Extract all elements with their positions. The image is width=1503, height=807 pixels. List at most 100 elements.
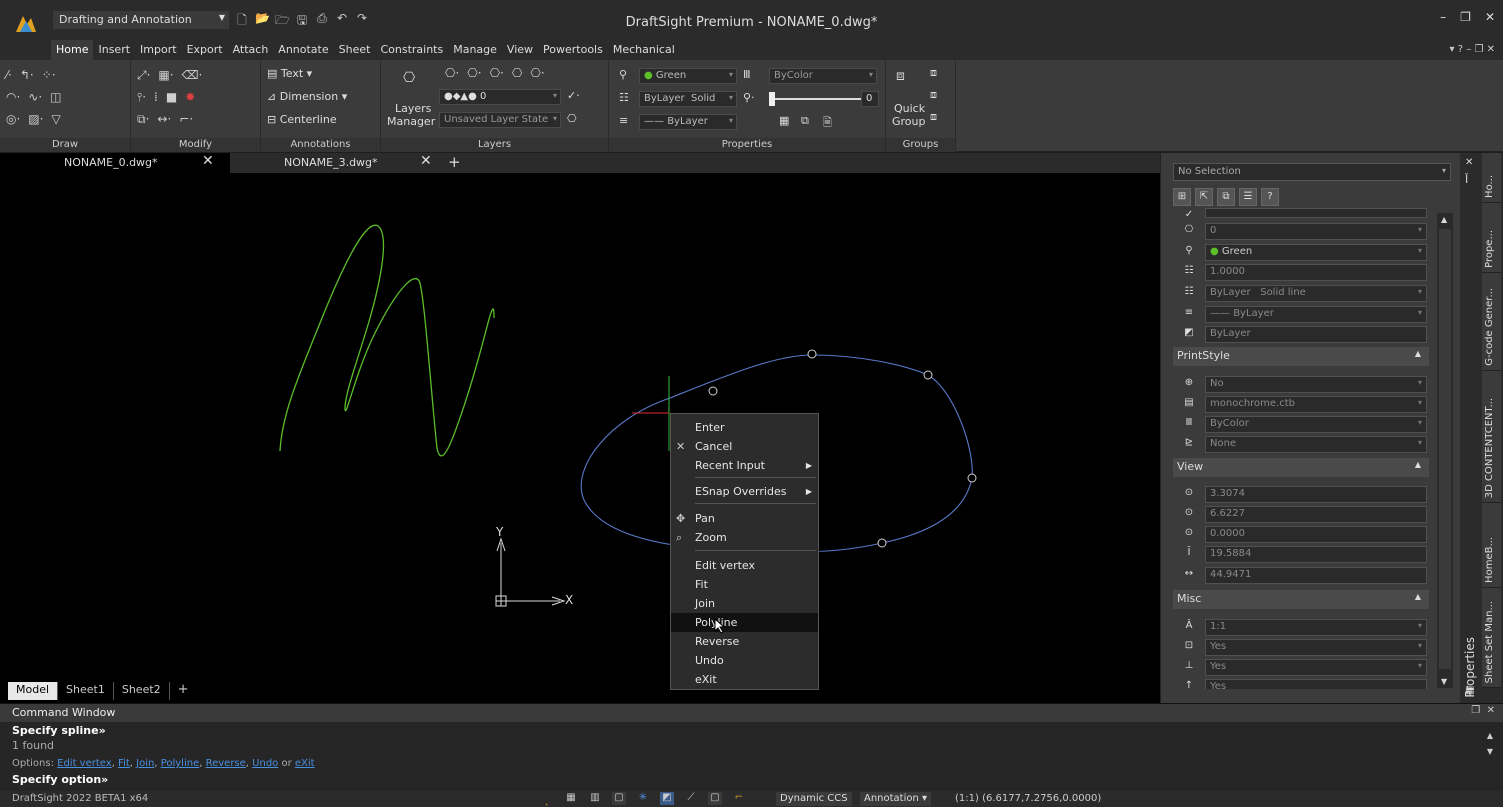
prop-field-print-type[interactable]: None ▾	[1205, 436, 1427, 453]
tab-view[interactable]: View	[502, 40, 538, 60]
circle-icon[interactable]: ◎·	[6, 112, 20, 126]
close-tab-icon[interactable]: ✕	[420, 153, 432, 169]
block-icon[interactable]: ■	[166, 90, 177, 105]
color-select[interactable]: ● Green ▾	[639, 68, 737, 84]
list-properties-icon[interactable]: ▦	[779, 114, 789, 127]
properties-scrollbar[interactable]: ▲ ▼	[1437, 213, 1453, 688]
scroll-down-icon[interactable]: ▼	[1487, 744, 1493, 760]
dynamic-ccs-toggle[interactable]: Dynamic CCS	[776, 792, 852, 806]
scroll-down-icon[interactable]: ▼	[1441, 677, 1447, 686]
tab-sheet[interactable]: Sheet	[334, 40, 376, 60]
menu-item-cancel[interactable]: ✕ Cancel	[671, 437, 818, 456]
sheet-tab-sheet1[interactable]: Sheet1	[58, 682, 114, 700]
menu-item-undo[interactable]: Undo	[671, 651, 818, 670]
make-current-icon[interactable]: ✓·	[567, 89, 580, 102]
linestyle-select[interactable]: ByLayer Solid ▾	[639, 91, 737, 107]
panel-annotations-label[interactable]: Annotations	[261, 138, 380, 152]
move-icon[interactable]: ⤢·	[137, 68, 150, 83]
prop-field-view-center-y[interactable]: 6.6227	[1205, 506, 1427, 523]
prop-field-print-table[interactable]: monochrome.ctb ▾	[1205, 396, 1427, 413]
document-properties-icon[interactable]: 🗎	[823, 114, 832, 133]
dimension-tool[interactable]: ⊿ Dimension ▾	[267, 90, 347, 103]
prop-field-print-style[interactable]: ByColor ▾	[1205, 416, 1427, 433]
new-tab-button[interactable]: +	[448, 153, 468, 173]
sheet-tab-model[interactable]: Model	[8, 682, 59, 700]
restore-button[interactable]: ❐	[1460, 10, 1471, 24]
prop-field-linestyle[interactable]: ByLayer Solid line ▾	[1205, 285, 1427, 302]
quick-group-label-2[interactable]: Group	[892, 115, 926, 128]
doc-tab-noname3[interactable]: NONAME_3.dwg* ✕	[230, 153, 440, 173]
menu-item-reverse[interactable]: Reverse	[671, 632, 818, 651]
menu-item-edit-vertex[interactable]: Edit vertex	[671, 556, 818, 575]
prop-field-ucs-per-viewport[interactable]: Yes	[1205, 679, 1427, 689]
ribbon-minimize-button[interactable]: –	[1466, 44, 1471, 55]
control-point[interactable]	[967, 473, 977, 483]
layers-manager-icon[interactable]: ⎔	[403, 70, 415, 86]
menu-item-zoom[interactable]: ⌕ Zoom	[671, 528, 818, 547]
menu-item-pan[interactable]: ✥ Pan	[671, 509, 818, 528]
prop-field-partial[interactable]	[1205, 208, 1427, 218]
prop-field-view-width[interactable]: 44.9471	[1205, 567, 1427, 584]
menu-item-join[interactable]: Join	[671, 594, 818, 613]
line-icon[interactable]: ⁄·	[6, 68, 12, 82]
ucs-toggle-icon[interactable]: ⌐	[732, 792, 746, 805]
group-select-icon[interactable]: ⧈	[930, 110, 937, 124]
fillet-icon[interactable]: ⌐·	[179, 112, 193, 127]
grid-icon[interactable]: ▦	[564, 792, 578, 805]
scroll-up-icon[interactable]: ▲	[1441, 215, 1447, 224]
layer-match-icon[interactable]: ⎔	[512, 66, 522, 80]
quick-input-icon[interactable]: ▢	[708, 792, 722, 805]
panel-modify-label[interactable]: Modify	[131, 138, 260, 152]
close-tab-icon[interactable]: ✕	[202, 153, 214, 169]
erase-icon[interactable]: ⌫·	[182, 68, 203, 83]
menu-item-esnap-overrides[interactable]: ESnap Overrides ▶	[671, 482, 818, 501]
copy-icon[interactable]: ⧉·	[137, 112, 149, 127]
side-tab-home[interactable]: Ho...	[1482, 153, 1501, 203]
layers-manager-label-2[interactable]: Manager	[387, 115, 435, 128]
quick-group-label-1[interactable]: Quick	[894, 102, 925, 115]
spline-icon[interactable]: ∿·	[28, 90, 42, 104]
tab-export[interactable]: Export	[182, 40, 228, 60]
close-button[interactable]: ✕	[1485, 10, 1495, 24]
tab-constraints[interactable]: Constraints	[375, 40, 448, 60]
prop-field-view-center-x[interactable]: 3.3074	[1205, 486, 1427, 503]
stretch-icon[interactable]: ↔·	[157, 112, 171, 127]
layer-isolate-icon[interactable]: ⎔·	[445, 66, 459, 80]
select-objects-icon[interactable]: ⇱	[1195, 188, 1213, 206]
text-tool[interactable]: ▤ Text ▾	[267, 67, 312, 80]
lineweight-toggle-icon[interactable]: ⟋	[684, 792, 698, 805]
control-point[interactable]	[877, 538, 887, 548]
side-tab-gcode-generator[interactable]: G-code Gener...	[1482, 273, 1501, 371]
option-join-link[interactable]: Join	[136, 758, 154, 769]
menu-item-exit[interactable]: eXit	[671, 670, 818, 689]
control-point[interactable]	[807, 349, 817, 359]
quick-select-icon[interactable]: ⧉	[1217, 188, 1235, 206]
add-sheet-button[interactable]: +	[170, 682, 197, 700]
command-prompt[interactable]: Specify option»	[12, 773, 108, 786]
array-icon[interactable]: ▦·	[158, 68, 173, 83]
tab-import[interactable]: Import	[135, 40, 182, 60]
match-properties-icon[interactable]: ⚲	[619, 68, 627, 81]
annotation-scale-select[interactable]: Annotation ▾	[860, 792, 932, 806]
doc-tab-noname0[interactable]: NONAME_0.dwg* ✕	[0, 153, 230, 173]
sheet-tab-sheet2[interactable]: Sheet2	[114, 682, 170, 700]
section-view[interactable]: View ▲	[1173, 458, 1429, 477]
layer-off-icon[interactable]: ⎔·	[530, 66, 544, 80]
scroll-thumb[interactable]	[1439, 229, 1451, 669]
prop-field-annotation-scale[interactable]: 1:1 ▾	[1205, 619, 1427, 636]
close-panel-icon[interactable]: ✕	[1465, 157, 1473, 168]
tab-attach[interactable]: Attach	[228, 40, 274, 60]
close-button[interactable]: ✕	[1487, 705, 1495, 716]
group-edit-icon[interactable]: ⧈	[930, 88, 937, 102]
prop-field-ucs-at-origin[interactable]: Yes ▾	[1205, 659, 1427, 676]
transparency-slider-handle[interactable]	[769, 92, 775, 106]
lineweight-select[interactable]: —— ByLayer ▾	[639, 114, 737, 130]
tab-annotate[interactable]: Annotate	[273, 40, 333, 60]
section-printstyle[interactable]: PrintStyle ▲	[1173, 347, 1429, 366]
rectangle-icon[interactable]: ◫	[50, 90, 61, 104]
prop-field-transparency[interactable]: ByLayer	[1205, 326, 1427, 343]
break-icon[interactable]: ⁞	[154, 90, 158, 105]
help-icon[interactable]: ?	[1458, 44, 1463, 55]
option-undo-link[interactable]: Undo	[252, 758, 278, 769]
polyline-icon[interactable]: ↰·	[20, 68, 34, 82]
